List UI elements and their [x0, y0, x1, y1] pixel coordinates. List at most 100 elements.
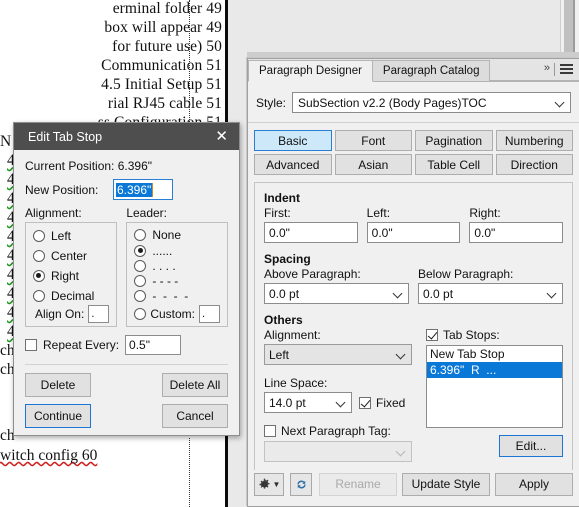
radio-label: Right: [51, 269, 80, 283]
line-space-label: Line Space:: [264, 376, 328, 390]
tab-paragraph-catalog[interactable]: Paragraph Catalog: [371, 60, 491, 81]
tab-basic[interactable]: Basic: [254, 130, 332, 151]
repeat-every-checkbox[interactable]: [25, 339, 37, 351]
text-cursor: [152, 182, 154, 197]
radio-leader-none[interactable]: None: [134, 228, 220, 242]
dialog-title: Edit Tab Stop: [28, 129, 103, 144]
edit-tab-stop-button[interactable]: Edit...: [499, 435, 563, 457]
close-icon[interactable]: ✕: [215, 129, 239, 144]
radio-button[interactable]: [134, 290, 147, 302]
doc-toc-line: rial RJ45 cable 51: [107, 95, 222, 112]
align-on-input[interactable]: .: [88, 305, 110, 323]
radio-alignment-left[interactable]: Left: [33, 229, 109, 243]
alignment-dropdown[interactable]: Left: [264, 344, 412, 365]
radio-button[interactable]: [134, 308, 147, 320]
radio-alignment-decimal[interactable]: Decimal: [33, 289, 109, 303]
style-row: Style: SubSection v2.2 (Body Pages)TOC: [248, 82, 579, 123]
current-position-value: 6.396": [117, 159, 153, 173]
alignment-value: Left: [269, 347, 290, 362]
radio-leader-dots-wide[interactable]: . . . .: [134, 260, 220, 272]
next-paragraph-tag-label: Next Paragraph Tag:: [281, 424, 391, 438]
repeat-every-input[interactable]: 0.5": [125, 335, 182, 355]
radio-button[interactable]: [33, 290, 45, 302]
tab-direction[interactable]: Direction: [495, 154, 573, 175]
delete-all-button[interactable]: Delete All: [162, 373, 228, 397]
radio-button[interactable]: [134, 229, 147, 241]
radio-button[interactable]: [134, 245, 147, 257]
radio-label: Custom:: [150, 307, 195, 321]
radio-label: Left: [51, 229, 72, 243]
list-item[interactable]: New Tab Stop: [427, 346, 562, 362]
dialog-buttons-row-1: Delete Delete All: [25, 373, 228, 397]
repeat-every-label: Repeat Every:: [43, 338, 120, 352]
leader-options-box: None ...... . . . . - - - - - - - - Cust…: [126, 222, 228, 327]
gear-dropdown-icon[interactable]: ▼: [254, 472, 284, 496]
tab-pagination[interactable]: Pagination: [415, 130, 493, 151]
hamburger-menu-icon[interactable]: [560, 64, 573, 75]
next-paragraph-tag-checkbox[interactable]: [264, 425, 276, 437]
radio-button[interactable]: [33, 230, 45, 242]
indent-group-title: Indent: [264, 191, 300, 205]
refresh-icon[interactable]: [290, 472, 312, 496]
panel-tabbar: Paragraph Designer Paragraph Catalog »: [248, 59, 579, 82]
continue-button[interactable]: Continue: [25, 404, 91, 428]
chevron-down-icon: [394, 292, 401, 299]
leader-dots-column: [189, 0, 191, 132]
rename-button[interactable]: Rename: [319, 472, 397, 496]
alignment-label: Alignment:: [264, 328, 321, 342]
radio-alignment-center[interactable]: Center: [33, 249, 109, 263]
tab-paragraph-designer[interactable]: Paragraph Designer: [248, 60, 373, 82]
radio-button[interactable]: [33, 250, 45, 262]
cancel-button[interactable]: Cancel: [162, 404, 228, 428]
tab-stops-checkbox-row[interactable]: Tab Stops:: [426, 328, 563, 342]
tab-numbering[interactable]: Numbering: [495, 130, 573, 151]
radio-alignment-right[interactable]: Right: [33, 269, 109, 283]
update-style-button[interactable]: Update Style: [402, 472, 490, 496]
tab-stops-listbox[interactable]: New Tab Stop 6.396" R ...: [426, 345, 563, 428]
radio-leader-dots-tight[interactable]: ......: [134, 245, 220, 257]
new-position-input[interactable]: 6.396": [113, 179, 173, 200]
apply-button[interactable]: Apply: [495, 472, 573, 496]
doc-text-fragment: N: [0, 133, 12, 150]
radio-label: Decimal: [51, 289, 95, 303]
line-space-dropdown[interactable]: 14.0 pt: [264, 392, 352, 413]
radio-button[interactable]: [33, 270, 45, 282]
radio-leader-dashes-wide[interactable]: - - - -: [134, 290, 220, 302]
tab-table-cell[interactable]: Table Cell: [415, 154, 493, 175]
tab-font[interactable]: Font: [334, 130, 412, 151]
chevron-double-right-icon[interactable]: »: [544, 62, 550, 74]
spacing-above-label: Above Paragraph:: [264, 267, 361, 281]
panel-footer: ▼ Rename Update Style Apply: [254, 469, 573, 499]
radio-button[interactable]: [134, 260, 147, 272]
fixed-checkbox[interactable]: [359, 396, 371, 409]
indent-right-input[interactable]: 0.0": [469, 222, 564, 243]
style-value: SubSection v2.2 (Body Pages)TOC: [298, 95, 487, 110]
tab-stops-checkbox[interactable]: [426, 329, 438, 341]
spacing-above-value: 0.0 pt: [269, 286, 300, 301]
fixed-checkbox-row[interactable]: Fixed: [359, 396, 405, 410]
spacing-below-dropdown[interactable]: 0.0 pt: [418, 283, 563, 304]
chevron-down-icon: [337, 401, 344, 408]
leader-dots-column: [189, 438, 191, 507]
style-dropdown[interactable]: SubSection v2.2 (Body Pages)TOC: [292, 92, 571, 113]
others-group-title: Others: [264, 313, 303, 327]
radio-leader-custom[interactable]: Custom: .: [134, 305, 220, 323]
radio-button[interactable]: [134, 275, 147, 287]
radio-leader-dashes[interactable]: - - - -: [134, 275, 220, 287]
spacing-above-dropdown[interactable]: 0.0 pt: [264, 283, 409, 304]
indent-left-input[interactable]: 0.0": [366, 222, 461, 243]
dialog-titlebar[interactable]: Edit Tab Stop ✕: [14, 123, 239, 150]
leader-custom-input[interactable]: .: [199, 305, 220, 323]
next-paragraph-tag-checkbox-row[interactable]: Next Paragraph Tag:: [264, 424, 412, 438]
tab-asian[interactable]: Asian: [334, 154, 412, 175]
doc-toc-line: 4.5 Initial Setup 51: [101, 76, 222, 93]
tab-advanced[interactable]: Advanced: [254, 154, 332, 175]
list-item[interactable]: 6.396" R ...: [427, 362, 562, 378]
next-paragraph-tag-dropdown[interactable]: [264, 441, 412, 462]
dialog-buttons-row-2: Continue Cancel: [25, 404, 228, 428]
indent-first-input[interactable]: 0.0": [264, 222, 358, 243]
tab-stops-label: Tab Stops:: [443, 328, 500, 342]
delete-button[interactable]: Delete: [25, 373, 91, 397]
alignment-group: Alignment: Left Center Right Decimal Ali…: [25, 206, 118, 327]
spacing-group-title: Spacing: [264, 252, 311, 266]
